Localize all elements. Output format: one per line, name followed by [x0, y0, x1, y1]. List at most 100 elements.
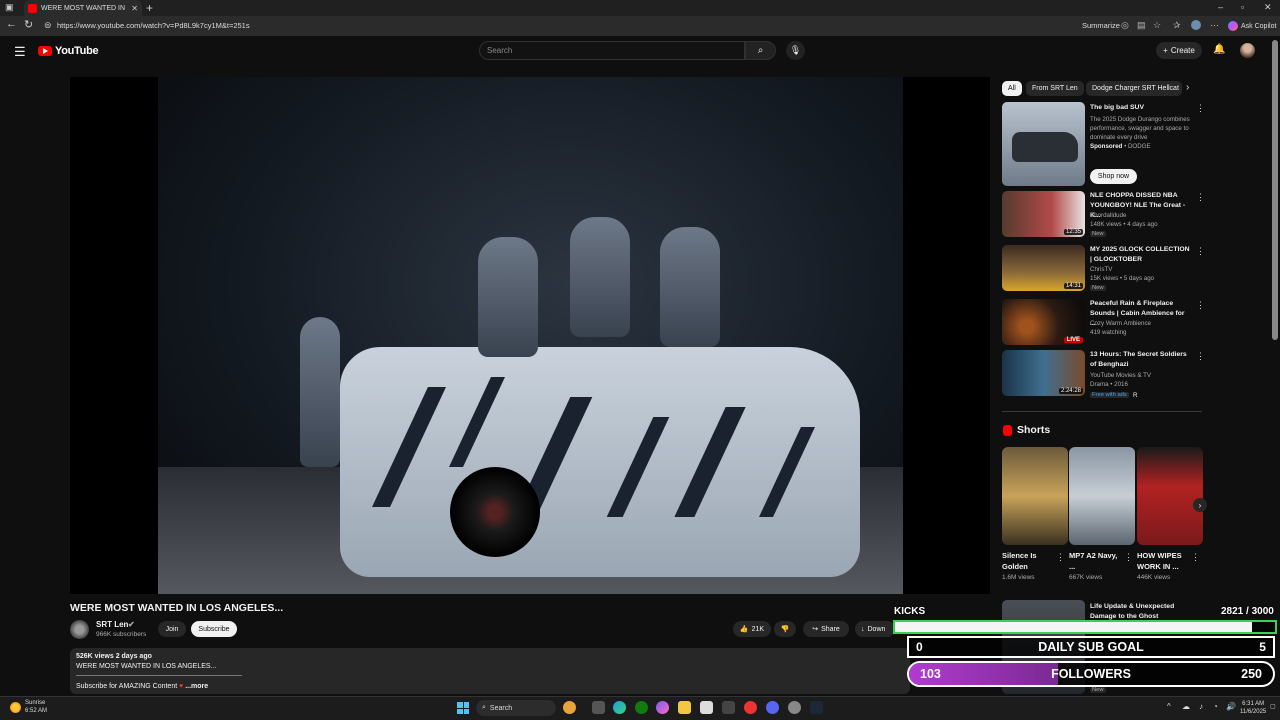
- close-window-icon[interactable]: ✕: [1264, 2, 1272, 13]
- search-button[interactable]: ⌕: [745, 41, 776, 60]
- rec-title[interactable]: Life Update & Unexpected Damage to the G…: [1090, 602, 1190, 622]
- edge-icon[interactable]: [613, 701, 626, 714]
- taskbar-search[interactable]: ⌕ Search: [476, 700, 556, 716]
- rec-channel[interactable]: ChrisTV: [1090, 266, 1112, 273]
- media-app-icon[interactable]: [744, 701, 757, 714]
- channel-name[interactable]: SRT Len: [96, 620, 128, 629]
- channel-avatar[interactable]: [70, 620, 89, 639]
- rec-title[interactable]: MY 2025 GLOCK COLLECTION | GLOCKTOBER: [1090, 245, 1190, 265]
- browser-tab[interactable]: WERE MOST WANTED IN LOS ANGELES... ✕: [24, 0, 142, 16]
- youtube-favicon-icon: [28, 3, 37, 13]
- copilot-button[interactable]: Ask Copilot: [1228, 19, 1276, 33]
- rec-thumbnail[interactable]: 12:35: [1002, 191, 1085, 237]
- rec-channel[interactable]: Cozy Warm Ambience: [1090, 320, 1151, 327]
- shorts-next-icon[interactable]: ›: [1193, 498, 1207, 512]
- ad-description: The 2025 Dodge Durango combines performa…: [1090, 116, 1190, 141]
- ad-title[interactable]: The big bad SUV: [1090, 103, 1190, 113]
- copilot-app-icon[interactable]: [656, 701, 669, 714]
- close-tab-icon[interactable]: ✕: [131, 4, 138, 13]
- system-clock[interactable]: 6:31 AM 11/6/2025: [1240, 700, 1266, 716]
- rec-thumbnail[interactable]: LIVE: [1002, 299, 1085, 345]
- read-aloud-icon[interactable]: ▤: [1137, 20, 1146, 31]
- short-menu-icon[interactable]: ⋮: [1124, 552, 1133, 563]
- rec-channel[interactable]: YouTube Movies & TV: [1090, 372, 1151, 379]
- download-button[interactable]: ↓ Down: [855, 621, 895, 637]
- video-person: [660, 227, 720, 347]
- short-thumbnail[interactable]: [1002, 447, 1068, 545]
- like-button[interactable]: 👍 21K: [733, 621, 771, 637]
- short-menu-icon[interactable]: ⋮: [1056, 552, 1065, 563]
- short-title[interactable]: Silence Is Golden: [1002, 550, 1052, 572]
- notifications-icon[interactable]: ▢: [1270, 703, 1276, 710]
- discord-icon[interactable]: [766, 701, 779, 714]
- short-views: 446K views: [1137, 574, 1171, 581]
- rec-menu-icon[interactable]: ⋮: [1196, 300, 1205, 311]
- tray-chevron-icon[interactable]: ^: [1167, 702, 1171, 711]
- file-explorer-icon[interactable]: [678, 701, 691, 714]
- mic-tray-icon[interactable]: ♪: [1199, 702, 1203, 711]
- back-icon[interactable]: ←: [6, 18, 17, 30]
- share-button[interactable]: ↪ Share: [803, 621, 849, 637]
- show-more-link[interactable]: ...more: [185, 683, 208, 690]
- network-icon[interactable]: ◔: [1213, 702, 1218, 711]
- translate-icon[interactable]: ◎: [1121, 20, 1129, 31]
- rec-menu-icon[interactable]: ⋮: [1196, 351, 1205, 362]
- like-count: 21K: [751, 625, 765, 633]
- more-options-icon[interactable]: ⋯: [1210, 20, 1219, 31]
- favorite-star-icon[interactable]: ☆: [1153, 20, 1161, 31]
- tab-actions-icon[interactable]: ▣: [5, 2, 14, 13]
- short-thumbnail[interactable]: [1069, 447, 1135, 545]
- rec-thumbnail[interactable]: 14:31: [1002, 245, 1085, 291]
- weather-widget[interactable]: Sunrise 6:52 AM: [10, 699, 47, 715]
- start-button[interactable]: [457, 702, 469, 714]
- account-avatar[interactable]: [1240, 43, 1255, 58]
- video-player[interactable]: [70, 77, 990, 594]
- page-scrollbar[interactable]: [1272, 40, 1278, 340]
- rec-menu-icon[interactable]: ⋮: [1196, 192, 1205, 203]
- short-thumbnail[interactable]: [1137, 447, 1203, 545]
- xbox-icon[interactable]: [635, 701, 648, 714]
- store-icon[interactable]: [722, 701, 735, 714]
- dislike-button[interactable]: 👎: [774, 621, 796, 637]
- chevron-right-icon[interactable]: ›: [1186, 82, 1189, 93]
- steam-icon[interactable]: [810, 701, 823, 714]
- search-input[interactable]: Search: [479, 41, 745, 60]
- create-button[interactable]: + Create: [1156, 42, 1202, 59]
- summarize-button[interactable]: Summarize: [1082, 21, 1120, 30]
- chip-dodge[interactable]: Dodge Charger SRT Hellcat: [1086, 81, 1182, 96]
- rec-menu-icon[interactable]: ⋮: [1196, 246, 1205, 257]
- obs-icon[interactable]: [788, 701, 801, 714]
- notifications-bell-icon[interactable]: 🔔: [1213, 44, 1225, 55]
- short-title[interactable]: MP7 A2 Navy, ...: [1069, 550, 1119, 572]
- minimize-icon[interactable]: –: [1218, 2, 1223, 12]
- rec-title[interactable]: 13 Hours: The Secret Soldiers of Benghaz…: [1090, 350, 1190, 370]
- cloud-icon[interactable]: ☁: [1182, 702, 1190, 711]
- share-label: Share: [821, 625, 840, 633]
- shop-now-button[interactable]: Shop now: [1090, 169, 1137, 184]
- ad-menu-icon[interactable]: ⋮: [1196, 103, 1205, 114]
- site-info-icon[interactable]: ⊜: [44, 20, 52, 31]
- menu-icon[interactable]: ☰: [14, 44, 26, 60]
- maximize-icon[interactable]: ▫: [1241, 2, 1244, 12]
- voice-search-button[interactable]: 🎙: [786, 41, 805, 60]
- widget-app-icon[interactable]: [563, 701, 576, 714]
- chip-all[interactable]: All: [1002, 81, 1022, 96]
- rec-channel[interactable]: Shordalldude: [1090, 212, 1126, 219]
- volume-icon[interactable]: 🔊: [1226, 702, 1236, 711]
- join-button[interactable]: Join: [158, 621, 186, 637]
- short-title[interactable]: HOW WIPES WORK IN ...: [1137, 550, 1187, 572]
- chip-from-channel[interactable]: From SRT Len: [1026, 81, 1084, 96]
- notepad-icon[interactable]: [700, 701, 713, 714]
- short-menu-icon[interactable]: ⋮: [1191, 552, 1200, 563]
- ad-thumbnail[interactable]: [1002, 102, 1085, 186]
- tab-title: WERE MOST WANTED IN LOS ANGELES...: [41, 4, 127, 12]
- refresh-icon[interactable]: ↻: [24, 18, 33, 31]
- rec-thumbnail[interactable]: 2:24:28: [1002, 350, 1085, 396]
- youtube-logo[interactable]: YouTube: [38, 45, 99, 57]
- profile-icon[interactable]: [1191, 20, 1201, 30]
- url-field[interactable]: https://www.youtube.com/watch?v=Pd8L9k7c…: [57, 21, 250, 30]
- new-tab-icon[interactable]: +: [146, 1, 153, 15]
- subscribe-button[interactable]: Subscribe: [191, 621, 237, 637]
- favorites-icon[interactable]: ✰: [1173, 20, 1181, 31]
- task-view-icon[interactable]: [592, 701, 605, 714]
